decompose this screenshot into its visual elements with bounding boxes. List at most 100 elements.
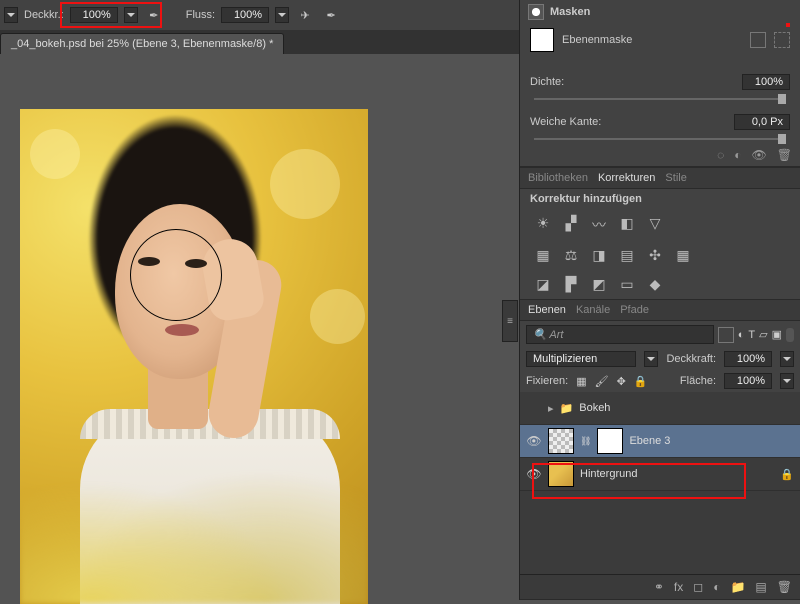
fill-value[interactable]: 100% — [724, 373, 772, 389]
opacity-label: Deckkr.: — [24, 9, 64, 21]
layers-footer: ⚭ fx ◻ ◐ 📁 ▤ 🗑 — [520, 574, 800, 599]
mask-type-label: Ebenenmaske — [562, 34, 742, 46]
fx-icon[interactable]: fx — [674, 580, 683, 594]
document-tab-title: _04_bokeh.psd bei 25% (Ebene 3, Ebenenma… — [11, 38, 273, 50]
adjustments-row-1: ☀ ▞ 〰 ◧ ▽ — [520, 209, 800, 241]
flow-value[interactable]: 100% — [221, 7, 269, 23]
expand-icon[interactable]: ▸ — [548, 402, 554, 415]
threshold-icon[interactable]: ◩ — [590, 276, 608, 293]
opacity-dropdown[interactable] — [124, 7, 138, 23]
lock-pixels-icon[interactable]: 🖌 — [595, 375, 609, 388]
mask-thumbnail[interactable] — [597, 428, 623, 454]
layer-group-bokeh[interactable]: ▸ 📁 Bokeh — [520, 392, 800, 425]
posterize-icon[interactable]: ▛ — [562, 276, 580, 293]
lock-position-icon[interactable]: ✥ — [617, 375, 626, 388]
delete-layer-icon[interactable]: 🗑 — [777, 580, 792, 594]
lock-transparent-icon[interactable]: ▦ — [576, 375, 586, 388]
tab-pfade[interactable]: Pfade — [620, 304, 649, 316]
adjustments-row-2: ▦ ⚖ ◨ ▤ ✣ ▦ — [520, 241, 800, 270]
filter-toggle[interactable] — [786, 328, 794, 342]
lut-icon[interactable]: ▦ — [674, 247, 692, 264]
density-slider[interactable] — [534, 98, 786, 100]
flow-dropdown[interactable] — [275, 7, 289, 23]
levels-icon[interactable]: ▞ — [562, 215, 580, 235]
new-adjustment-icon[interactable]: ◐ — [713, 580, 720, 594]
feather-slider[interactable] — [534, 138, 786, 140]
filter-smart-icon[interactable]: ▣ — [772, 328, 782, 341]
document-tabbar: _04_bokeh.psd bei 25% (Ebene 3, Ebenenma… — [0, 30, 520, 55]
airbrush-icon[interactable]: ✈ — [295, 5, 315, 25]
tab-stile[interactable]: Stile — [665, 172, 686, 184]
flow-label: Fluss: — [186, 9, 215, 21]
add-mask-icon[interactable]: ◻ — [693, 580, 703, 594]
mask-thumbnail[interactable] — [530, 28, 554, 52]
delete-mask-icon[interactable]: 🗑 — [777, 148, 792, 162]
visibility-icon[interactable]: 👁 — [526, 434, 542, 448]
new-layer-icon[interactable]: ▤ — [755, 580, 766, 594]
brush-preset-dropdown[interactable] — [4, 7, 18, 23]
filter-text-icon[interactable]: T — [748, 329, 755, 341]
layer-thumbnail[interactable] — [548, 428, 574, 454]
mask-from-selection-icon[interactable]: ◌ — [717, 148, 724, 162]
visibility-icon[interactable]: 👁 — [526, 467, 542, 481]
fill-label: Fläche: — [680, 375, 716, 387]
collapse-panels-icon[interactable]: ≡ — [502, 300, 518, 342]
layer-label: Hintergrund — [580, 468, 774, 480]
layer-filter-search[interactable]: 🔍 Art — [526, 325, 714, 344]
brightness-icon[interactable]: ☀ — [534, 215, 552, 235]
pixel-mask-icon[interactable] — [750, 32, 766, 48]
fill-dropdown[interactable] — [780, 373, 794, 389]
density-value[interactable]: 100% — [742, 74, 790, 90]
gradient-map-icon[interactable]: ▭ — [618, 276, 636, 293]
hue-sat-icon[interactable]: ▦ — [534, 247, 552, 264]
invert-mask-icon[interactable]: ◐ — [734, 148, 741, 162]
adjustments-panel: Bibliotheken Korrekturen Stile Korrektur… — [520, 168, 800, 300]
layer-opacity-dropdown[interactable] — [780, 351, 794, 367]
link-layers-icon[interactable]: ⚭ — [654, 580, 664, 594]
color-balance-icon[interactable]: ⚖ — [562, 247, 580, 264]
pressure-opacity-icon[interactable]: ✒ — [144, 5, 164, 25]
opacity-value[interactable]: 100% — [70, 7, 118, 23]
layer-hintergrund[interactable]: 👁 Hintergrund 🔒 — [520, 458, 800, 491]
filter-shape-icon[interactable]: ▱ — [759, 328, 767, 341]
layers-tabs: Ebenen Kanäle Pfade — [520, 300, 800, 321]
layer-opacity-value[interactable]: 100% — [724, 351, 772, 367]
layer-ebene3[interactable]: 👁 ⛓ Ebene 3 — [520, 425, 800, 458]
tab-bibliotheken[interactable]: Bibliotheken — [528, 172, 588, 184]
channel-mixer-icon[interactable]: ✣ — [646, 247, 664, 264]
lock-label: Fixieren: — [526, 375, 568, 387]
curves-icon[interactable]: 〰 — [590, 215, 608, 235]
blend-mode-select[interactable]: Multiplizieren — [526, 351, 636, 367]
feather-label: Weiche Kante: — [530, 116, 726, 128]
exposure-icon[interactable]: ◧ — [618, 215, 636, 235]
lock-all-icon[interactable]: 🔒 — [634, 375, 648, 388]
document-image — [20, 109, 368, 604]
document-tab[interactable]: _04_bokeh.psd bei 25% (Ebene 3, Ebenenma… — [0, 33, 284, 54]
tab-korrekturen[interactable]: Korrekturen — [598, 172, 655, 184]
add-adjustment-label: Korrektur hinzufügen — [530, 193, 642, 205]
blend-mode-dropdown[interactable] — [644, 351, 658, 367]
vector-mask-icon[interactable] — [774, 32, 790, 48]
panels-column: Masken Ebenenmaske Dichte: 100% Weiche K… — [519, 0, 800, 600]
filter-adjust-icon[interactable]: ◐ — [738, 329, 745, 341]
bw-icon[interactable]: ◨ — [590, 247, 608, 264]
mask-mode-icon[interactable] — [528, 4, 544, 20]
tab-kanaele[interactable]: Kanäle — [576, 304, 610, 316]
layer-group-label: Bokeh — [579, 402, 794, 414]
disable-mask-icon[interactable]: 👁 — [752, 148, 767, 162]
filter-image-icon[interactable] — [718, 327, 734, 343]
layer-opacity-label: Deckkraft: — [666, 353, 716, 365]
new-group-icon[interactable]: 📁 — [730, 580, 745, 594]
selective-color-icon[interactable]: ◆ — [646, 276, 664, 293]
density-label: Dichte: — [530, 76, 734, 88]
invert-icon[interactable]: ◪ — [534, 276, 552, 293]
mask-link-icon[interactable]: ⛓ — [580, 436, 591, 447]
tab-ebenen[interactable]: Ebenen — [528, 304, 566, 316]
vibrance-icon[interactable]: ▽ — [646, 215, 664, 235]
canvas-area[interactable] — [0, 54, 520, 600]
feather-value[interactable]: 0,0 Px — [734, 114, 790, 130]
layer-thumbnail[interactable] — [548, 461, 574, 487]
pressure-size-icon[interactable]: ✒ — [321, 5, 341, 25]
adjustments-row-3: ◪ ▛ ◩ ▭ ◆ — [520, 270, 800, 299]
photo-filter-icon[interactable]: ▤ — [618, 247, 636, 264]
